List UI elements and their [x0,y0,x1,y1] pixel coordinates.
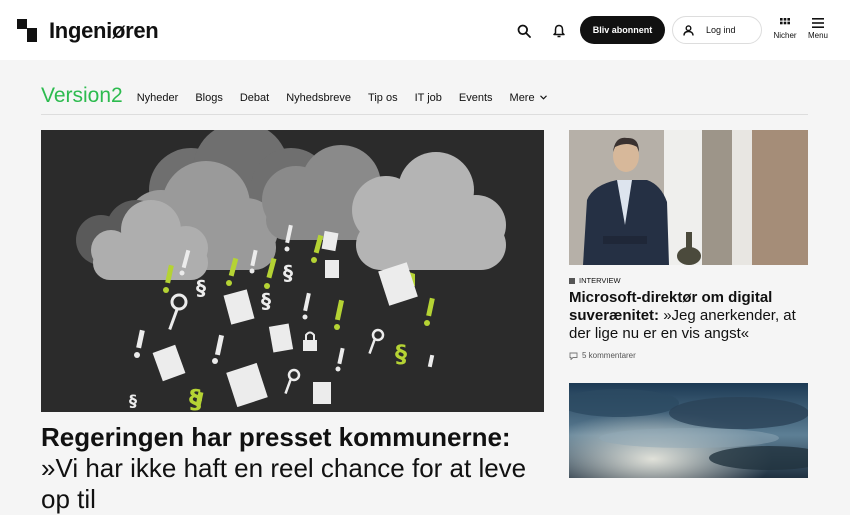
nav-item-more[interactable]: Mere [510,92,547,104]
side-article-image[interactable] [569,130,808,265]
second-article-image[interactable] [569,383,808,478]
nav-more-label: Mere [509,91,535,104]
svg-text:§: § [189,385,202,412]
login-label: Log ind [706,25,736,35]
section-brand[interactable]: Version2 [41,84,123,108]
side-article-headline[interactable]: Microsoft-direktør om digital suverænite… [569,289,808,343]
hamburger-icon [812,18,824,28]
storm-illustration: § § § § § § [76,130,506,412]
comment-icon [569,352,578,360]
sky-photo [569,383,808,478]
portrait-photo [569,130,808,265]
site-logo[interactable]: Ingeniøren [17,18,159,44]
section-nav: Version2 Nyheder Blogs Debat Nyhedsbreve… [41,82,808,115]
svg-text:§: § [283,261,293,285]
nav-item-it-job[interactable]: IT job [415,92,442,104]
hero-headline-rest: »Vi har ikke haft en reel chance for at … [41,453,527,514]
nav-item-nyhedsbreve[interactable]: Nyhedsbreve [286,92,351,104]
logo-mark-icon [17,19,39,43]
comments-count: 5 kommentarer [582,351,636,360]
nav-item-events[interactable]: Events [459,92,493,104]
article-kicker: INTERVIEW [569,276,621,285]
svg-text:§: § [261,289,271,313]
nav-item-nyheder[interactable]: Nyheder [137,92,179,104]
bell-icon [553,24,565,38]
user-icon [683,24,694,36]
hero-headline[interactable]: Regeringen har presset kommunerne: »Vi h… [41,422,551,515]
kicker-label: INTERVIEW [579,276,621,285]
kicker-square-icon [569,277,575,284]
menu-label: Menu [807,31,828,40]
menu-button[interactable]: Menu [803,18,833,48]
nav-item-tip-os[interactable]: Tip os [368,92,398,104]
hero-headline-bold: Regeringen har presset kommunerne: [41,422,511,452]
top-bar: Ingeniøren Bliv abonnent Log ind Nicher … [0,0,850,60]
svg-text:§: § [196,276,206,300]
svg-text:§: § [395,340,407,368]
grid-icon [780,18,790,25]
logo-text: Ingeniøren [49,18,159,43]
hero-image[interactable]: § § § § § § [41,130,544,412]
nicher-label: Nicher [773,31,797,40]
nicher-button[interactable]: Nicher [770,18,800,48]
notifications-button[interactable] [548,20,570,42]
nav-item-debat[interactable]: Debat [240,92,269,104]
login-button[interactable]: Log ind [672,16,762,44]
chevron-down-icon [539,95,547,100]
search-icon [517,24,531,38]
nav-item-blogs[interactable]: Blogs [195,92,223,104]
search-button[interactable] [513,20,535,42]
svg-text:§: § [129,391,137,410]
comments-link[interactable]: 5 kommentarer [569,351,636,360]
subscribe-button[interactable]: Bliv abonnent [580,16,665,44]
